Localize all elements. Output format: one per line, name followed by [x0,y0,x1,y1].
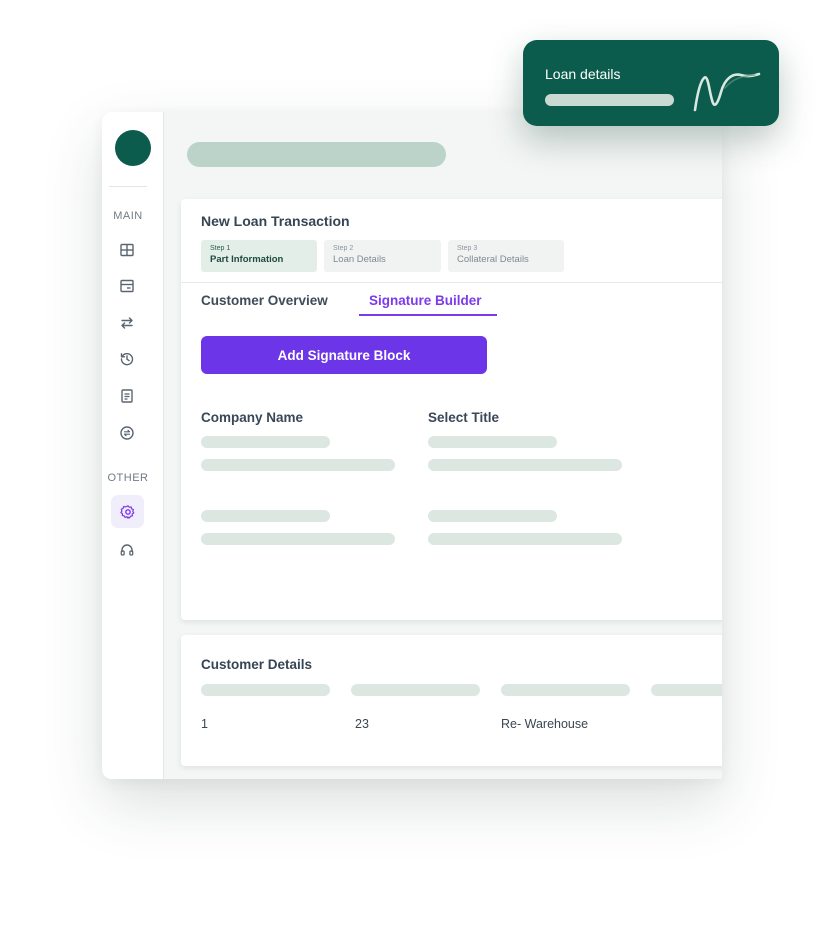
page-title: New Loan Transaction [201,213,350,229]
loan-details-toast[interactable]: Loan details [523,40,779,126]
select-title-header: Select Title [428,410,500,425]
step-part-information[interactable]: Step 1 Part Information [201,240,317,272]
company-name-header: Company Name [201,410,304,425]
gear-icon [119,504,134,519]
skeleton-header [651,684,722,696]
step-number: Step 3 [457,245,478,252]
step-number: Step 1 [210,245,231,252]
card-icon [120,279,134,293]
active-tab-indicator [359,314,497,316]
tab-customer-overview[interactable]: Customer Overview [201,293,328,308]
logo[interactable] [115,130,151,166]
headset-icon [120,544,134,556]
toast-title: Loan details [545,66,621,82]
skeleton-header [201,684,330,696]
search-bar-placeholder[interactable] [187,142,446,167]
app-window: MAIN OTHER New Loan Transaction Step 1 P… [102,112,722,779]
step-number: Step 2 [333,245,354,252]
skeleton-header [351,684,480,696]
step-loan-details[interactable]: Step 2 Loan Details [324,240,441,272]
table-cell: Re- Warehouse [501,717,589,731]
sidebar-item-exchange[interactable] [114,420,140,446]
table-cell: 1 [201,717,208,731]
step-label: Loan Details [333,254,386,265]
sidebar-item-dashboard[interactable] [114,237,140,263]
skeleton-header [501,684,630,696]
sidebar-item-settings[interactable] [111,495,144,528]
skeleton-line [201,510,330,522]
step-label: Collateral Details [457,254,529,265]
skeleton-line [201,459,395,471]
skeleton-line [201,436,330,448]
sidebar-item-history[interactable] [114,346,140,372]
divider [181,282,722,283]
step-collateral-details[interactable]: Step 3 Collateral Details [448,240,564,272]
sidebar-item-transfers[interactable] [114,310,140,336]
add-signature-block-button[interactable]: Add Signature Block [201,336,487,374]
history-icon [120,353,134,366]
skeleton-line [428,510,557,522]
step-label: Part Information [210,254,284,265]
sidebar-item-support[interactable] [114,537,140,563]
toast-progress-bar [545,94,674,106]
skeleton-line [428,533,622,545]
sidebar-divider [109,186,147,187]
sidebar: MAIN OTHER [102,112,164,779]
grid-icon [120,243,134,257]
skeleton-line [428,459,622,471]
sidebar-section-other: OTHER [107,472,149,484]
customer-details-card: Customer Details 1 23 Re- Warehouse [181,635,722,766]
section-title: Customer Details [201,657,313,672]
sidebar-item-documents[interactable] [114,383,140,409]
tab-signature-builder[interactable]: Signature Builder [369,293,482,308]
transfer-arrows-icon [121,317,133,329]
sidebar-section-main: MAIN [113,210,143,222]
loan-transaction-card: New Loan Transaction Step 1 Part Informa… [181,199,722,620]
skeleton-line [201,533,395,545]
skeleton-line [428,436,557,448]
signature-icon [693,72,761,112]
sidebar-item-accounts[interactable] [114,273,140,299]
table-cell: 23 [355,717,369,731]
exchange-circle-icon [120,426,134,440]
document-icon [121,389,133,403]
